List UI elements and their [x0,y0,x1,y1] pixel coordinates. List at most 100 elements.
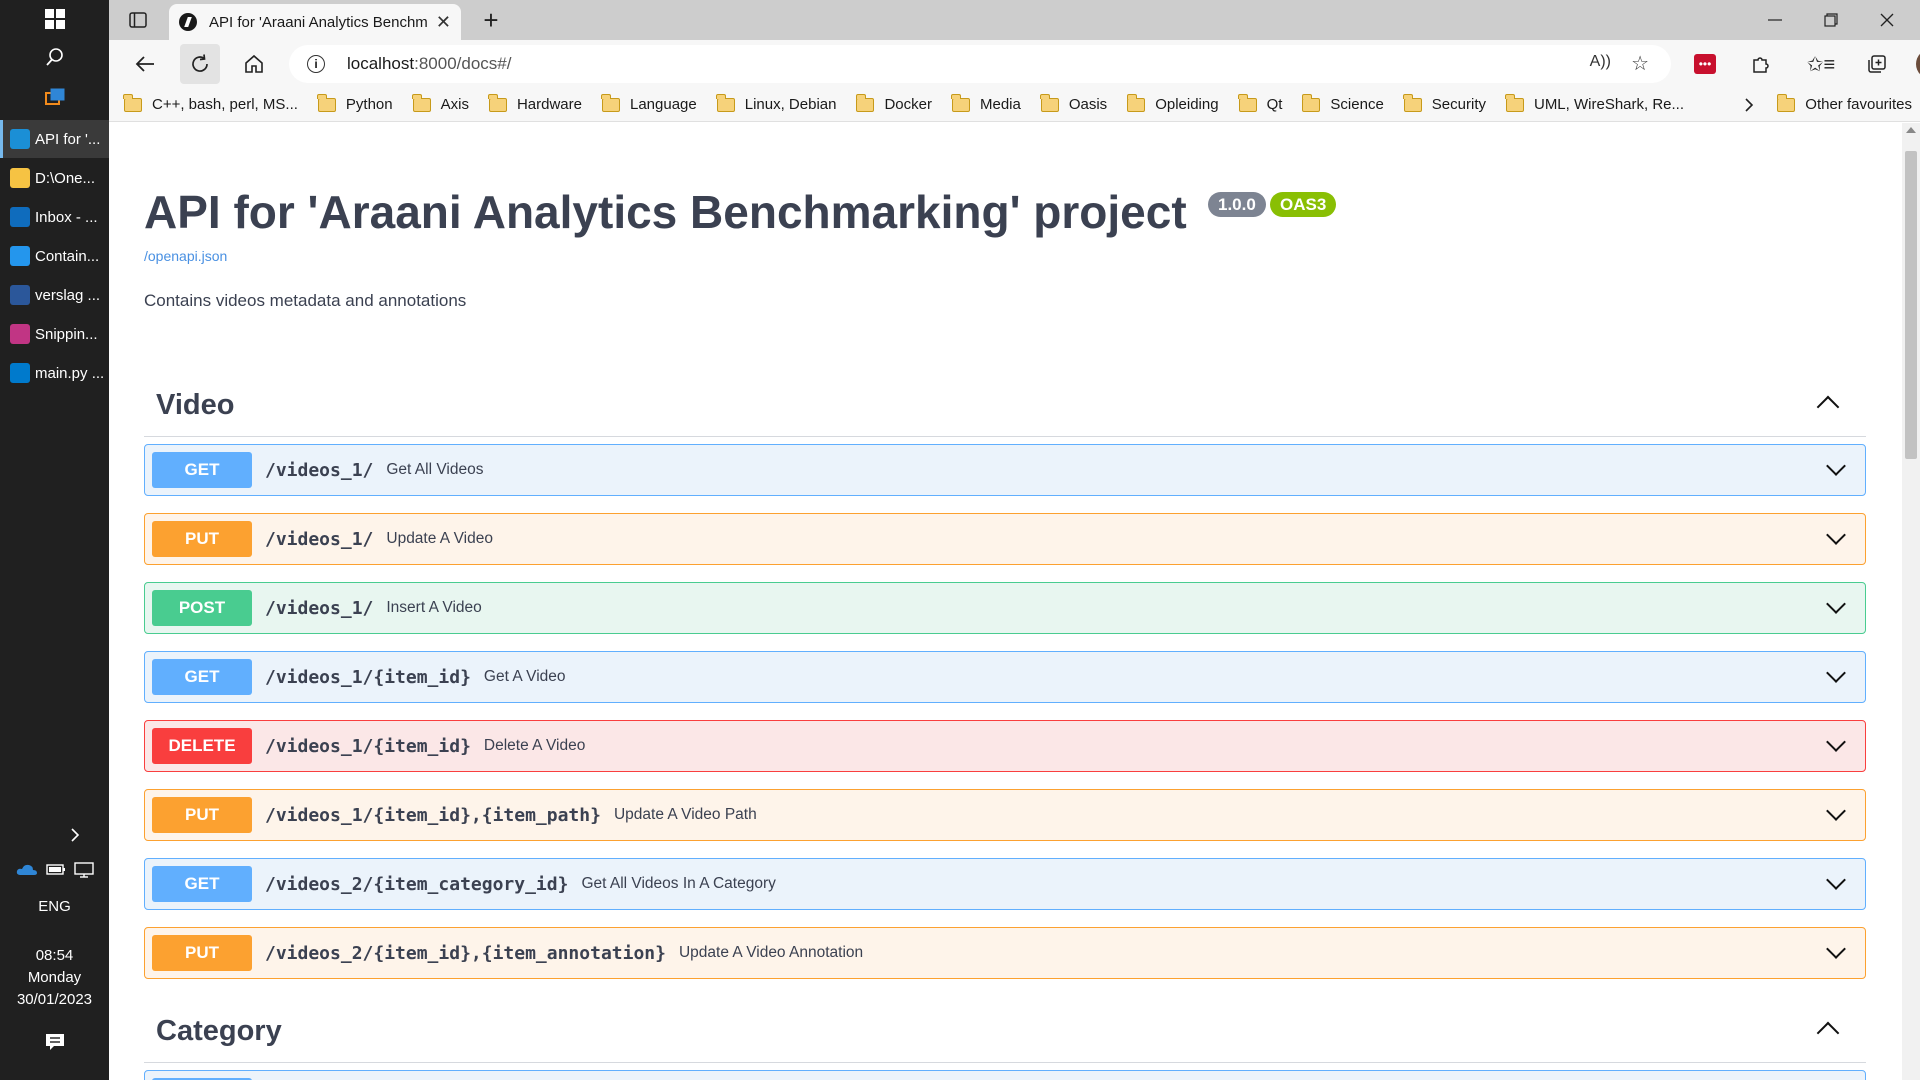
scroll-up-icon[interactable] [1906,127,1916,133]
method-badge: GET [152,659,252,695]
chevron-down-icon[interactable] [1826,663,1846,683]
clock[interactable]: 08:54 Monday 30/01/2023 [0,945,109,1011]
back-button[interactable] [125,44,165,84]
bookmark-folder-1[interactable]: Python [308,91,403,119]
address-bar[interactable]: i localhost:8000/docs#/ A)) ☆ [289,45,1671,83]
taskbar-app-5[interactable]: Snippin... [0,315,109,353]
add-favourite-icon[interactable]: ☆ [1631,51,1649,76]
chevron-down-icon[interactable] [1826,870,1846,890]
bookmark-folder-8[interactable]: Oasis [1031,91,1117,119]
operation-row[interactable]: PUT/videos_1/{item_id},{item_path} Update… [144,789,1866,841]
bookmark-folder-11[interactable]: Science [1292,91,1393,119]
bookmark-label: Language [629,96,697,113]
chevron-down-icon[interactable] [1826,939,1846,959]
bookmark-folder-5[interactable]: Linux, Debian [707,91,847,119]
section-header[interactable]: Video [144,375,1866,437]
profile-button[interactable] [1911,44,1920,84]
bookmark-label: Qt [1266,96,1283,113]
chevron-down-icon[interactable] [1826,456,1846,476]
new-tab-button[interactable]: + [473,0,509,40]
bookmark-folder-9[interactable]: Opleiding [1117,91,1228,119]
method-badge: PUT [152,797,252,833]
minimize-icon [1768,19,1782,21]
bookmark-label: UML, WireShark, Re... [1533,96,1685,113]
scrollbar-thumb[interactable] [1905,151,1917,459]
operation-row[interactable]: GET/videos_1/Get All Videos [144,444,1866,496]
operation-row-partial[interactable] [144,1070,1866,1080]
bookmark-folder-0[interactable]: C++, bash, perl, MS... [114,91,308,119]
bookmark-label: Opleiding [1155,96,1219,113]
language-indicator[interactable]: ENG [0,898,109,915]
chevron-down-icon[interactable] [1826,801,1846,821]
bookmark-folder-3[interactable]: Hardware [479,91,592,119]
chevron-down-icon[interactable] [1826,594,1846,614]
refresh-button[interactable] [180,44,220,84]
vscode-icon [10,363,30,383]
method-badge: GET [152,866,252,902]
onedrive-icon[interactable] [16,862,38,876]
show-hidden-icons-button[interactable] [0,828,109,846]
search-button[interactable] [0,38,109,76]
taskbar-app-3[interactable]: Contain... [0,237,109,275]
tab-active[interactable]: API for 'Araani Analytics Benchm ✕ [169,4,461,40]
bookmark-folder-12[interactable]: Security [1394,91,1496,119]
task-view-button[interactable] [0,79,109,117]
bookmark-folder-4[interactable]: Language [592,91,707,119]
read-aloud-icon[interactable]: A)) [1590,53,1611,71]
taskbar-app-1[interactable]: D:\One... [0,159,109,197]
system-tray [0,862,109,878]
extension-button[interactable]: ••• [1685,44,1725,84]
folder-icon [855,93,875,112]
taskbar-app-4[interactable]: verslag ... [0,276,109,314]
operation-row[interactable]: GET/videos_1/{item_id} Get A Video [144,651,1866,703]
page-scrollbar[interactable] [1902,123,1920,1080]
network-icon[interactable] [73,862,94,878]
operation-row[interactable]: DELETE/videos_1/{item_id} Delete A Video [144,720,1866,772]
section-title: Video [156,389,235,421]
operation-row[interactable]: POST/videos_1/Insert A Video [144,582,1866,634]
restore-button[interactable] [1803,0,1859,40]
more-favourites-button[interactable] [1731,97,1767,112]
minimize-button[interactable] [1747,0,1803,40]
notification-center-button[interactable] [0,1033,109,1055]
operation-summary: Delete A Video [483,737,586,754]
folder-icon [10,168,30,188]
section-header[interactable]: Category [144,1001,1866,1063]
bookmark-folder-6[interactable]: Docker [846,91,942,119]
task-view-icon [44,88,64,105]
site-info-icon[interactable]: i [307,55,325,73]
bookmark-other-favourites[interactable]: Other favourites [1767,91,1920,119]
page-content: API for 'Araani Analytics Benchmarking' … [109,123,1902,1080]
taskbar-app-label: main.py ... [35,364,105,382]
extensions-button[interactable] [1741,44,1781,84]
chevron-down-icon[interactable] [1826,525,1846,545]
windows-logo-icon [44,9,65,29]
chevron-down-icon[interactable] [1826,732,1846,752]
operation-row[interactable]: GET/videos_2/{item_category_id} Get All V… [144,858,1866,910]
collections-button[interactable] [1857,44,1897,84]
home-button[interactable] [234,44,274,84]
bookmark-folder-10[interactable]: Qt [1229,91,1293,119]
folder-icon [123,93,142,112]
close-window-button[interactable] [1859,0,1915,40]
taskbar-app-2[interactable]: Inbox - ... [0,198,109,236]
chevron-up-icon[interactable] [1816,395,1840,419]
openapi-json-link[interactable]: /openapi.json [144,248,227,264]
navigation-toolbar: i localhost:8000/docs#/ A)) ☆ ••• ✩≡ [109,40,1920,88]
chevron-up-icon[interactable] [1816,1021,1840,1045]
operation-row[interactable]: PUT/videos_1/Update A Video [144,513,1866,565]
operation-path: /videos_1/ [265,528,374,550]
bookmark-folder-13[interactable]: UML, WireShark, Re... [1496,91,1694,119]
battery-icon[interactable] [45,862,66,876]
bookmark-folder-2[interactable]: Axis [403,91,479,119]
bookmark-folder-7[interactable]: Media [942,91,1031,119]
folder-icon [1040,93,1059,112]
operation-row[interactable]: PUT/videos_2/{item_id},{item_annotation}… [144,927,1866,979]
taskbar-app-0[interactable]: API for '... [0,120,109,158]
operation-summary: Insert A Video [386,599,482,616]
taskbar-app-6[interactable]: main.py ... [0,354,109,392]
start-button[interactable] [0,0,109,38]
close-tab-icon[interactable]: ✕ [436,12,451,33]
tab-actions-button[interactable] [123,0,153,40]
favourites-button[interactable]: ✩≡ [1801,44,1841,84]
